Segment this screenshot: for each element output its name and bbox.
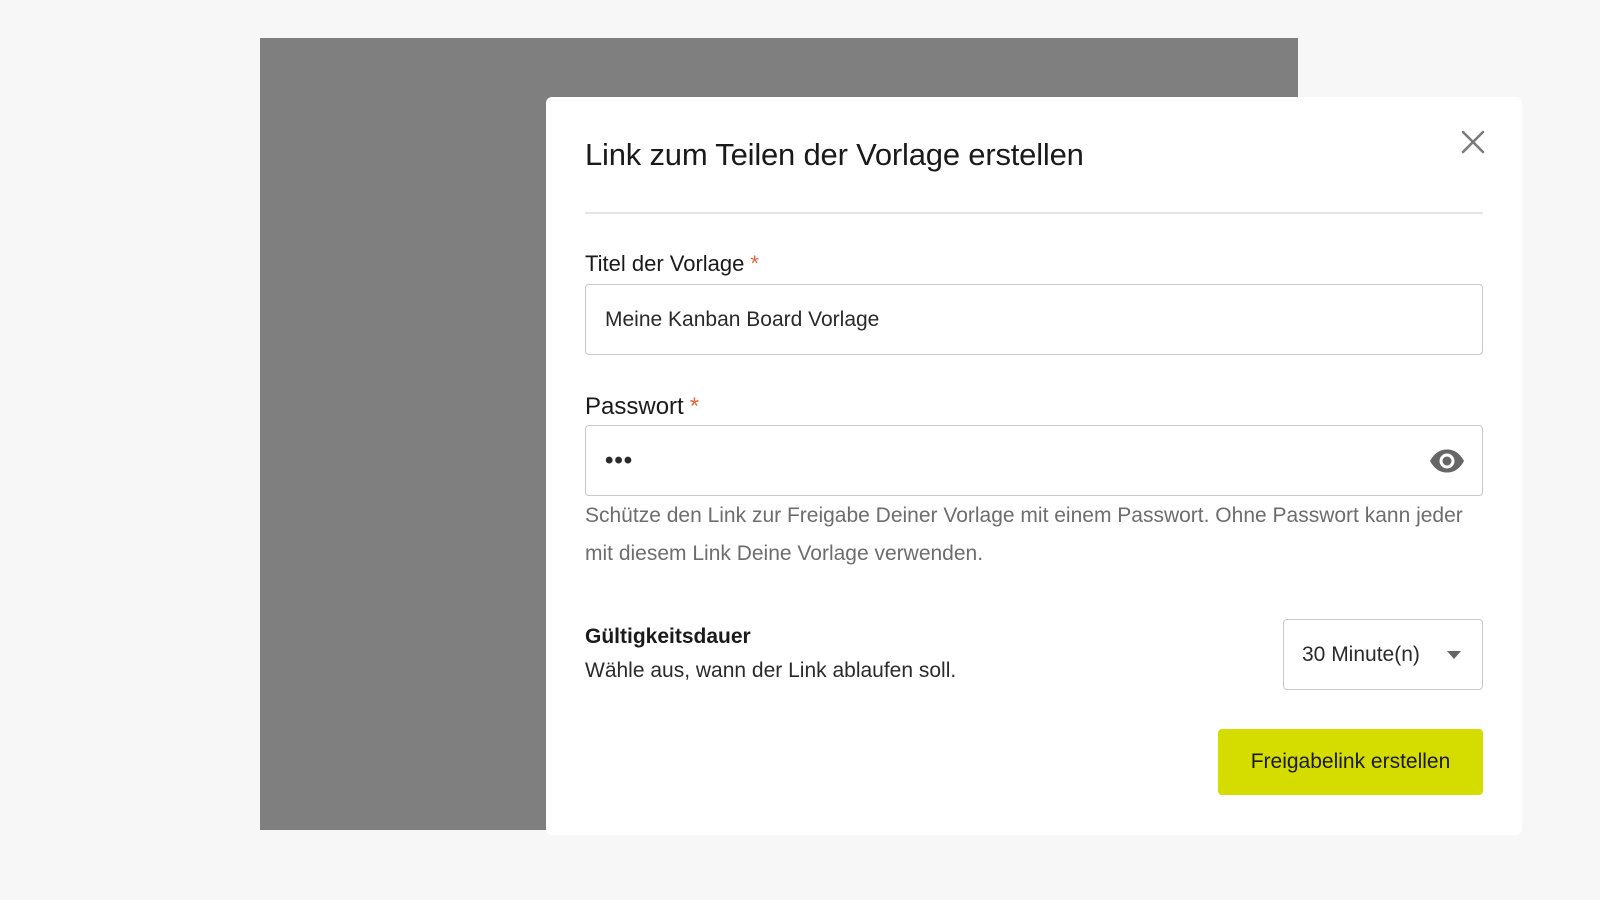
template-title-value: Meine Kanban Board Vorlage [605, 307, 880, 331]
password-masked-value: ••• [605, 446, 634, 474]
password-label-text: Passwort [585, 393, 684, 420]
chevron-down-icon [1447, 650, 1461, 659]
required-mark: * [689, 393, 700, 420]
toggle-password-visibility-button[interactable] [1428, 448, 1466, 474]
dialog-title: Link zum Teilen der Vorlage erstellen [585, 137, 1084, 172]
required-mark: * [750, 251, 759, 276]
create-share-link-button[interactable]: Freigabelink erstellen [1218, 729, 1483, 795]
validity-description: Wähle aus, wann der Link ablaufen soll. [585, 659, 957, 682]
share-link-dialog: Link zum Teilen der Vorlage erstellen Ti… [546, 97, 1522, 835]
eye-icon [1430, 449, 1464, 472]
validity-selected-value: 30 Minute(n) [1302, 642, 1420, 666]
header-divider [585, 212, 1483, 214]
modal-backdrop: Link zum Teilen der Vorlage erstellen Ti… [260, 38, 1522, 835]
password-hint: Schütze den Link zur Freigabe Deiner Vor… [585, 504, 1463, 565]
template-title-input[interactable]: Meine Kanban Board Vorlage [585, 284, 1483, 355]
template-title-label: Titel der Vorlage * [585, 251, 759, 277]
password-input[interactable]: ••• [585, 425, 1483, 496]
close-icon [1461, 130, 1485, 154]
validity-select[interactable]: 30 Minute(n) [1283, 619, 1483, 690]
close-button[interactable] [1458, 127, 1488, 157]
validity-title: Gültigkeitsdauer [585, 625, 751, 648]
password-label: Passwort * [585, 393, 699, 421]
template-title-label-text: Titel der Vorlage [585, 251, 745, 276]
